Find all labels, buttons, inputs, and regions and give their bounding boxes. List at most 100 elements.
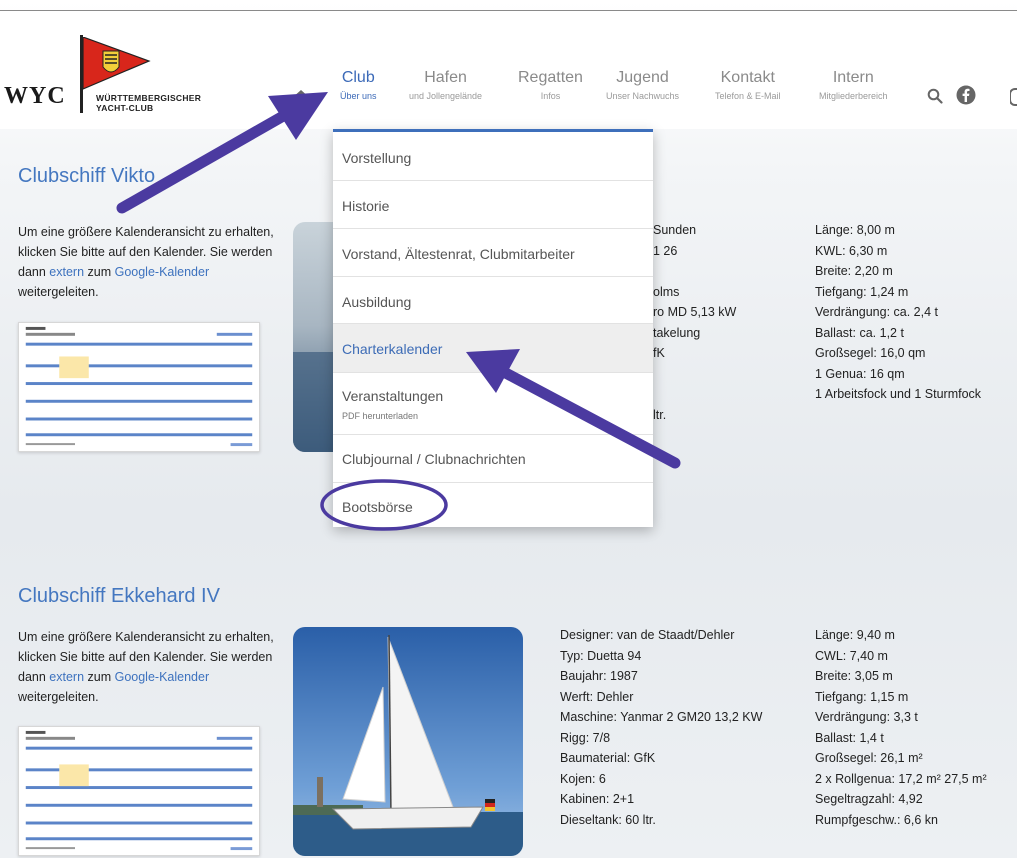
section1-spec-right-4: Tiefgang: 1,24 m <box>815 284 909 299</box>
nav-regatten-title: Regatten <box>518 69 583 86</box>
nav-jugend[interactable]: Jugend Unser Nachwuchs <box>606 69 679 101</box>
menu-item-vorstand-label: Vorstand, Ältestenrat, Clubmitarbeiter <box>342 246 575 262</box>
facebook-icon[interactable] <box>956 85 976 105</box>
nav-kontakt-title: Kontakt <box>720 69 775 86</box>
section2-spec-right-6: Ballast: 1,4 t <box>815 730 884 745</box>
nav-intern[interactable]: Intern Mitgliederbereich <box>819 69 888 101</box>
section1-spec-right-8: 1 Genua: 16 qm <box>815 366 905 381</box>
section2-spec-mid-5: Maschine: Yanmar 2 GM20 13,2 KW <box>560 710 763 724</box>
section1-spec-mid-7: fK <box>653 346 665 360</box>
section2-spec-right-3: Breite: 3,05 m <box>815 669 893 683</box>
menu-item-ausbildung-label: Ausbildung <box>342 294 412 310</box>
section2-boat-photo <box>293 627 523 856</box>
menu-item-historie-label: Historie <box>342 198 390 214</box>
search-icon[interactable] <box>927 88 943 104</box>
section2-spec-mid-1: Designer: van de Staadt/Dehler <box>560 628 735 642</box>
menu-item-veranstaltungen-label: Veranstaltungen <box>342 388 444 404</box>
nav-hafen-subtitle: und Jollengelände <box>409 91 483 101</box>
menu-item-charterkalender-label: Charterkalender <box>342 341 443 357</box>
section2-spec-mid-9: Kabinen: 2+1 <box>560 792 635 806</box>
section2-title: Clubschiff Ekkehard IV <box>18 585 220 607</box>
menu-item-veranstaltungen-sub[interactable]: PDF herunterladen <box>342 411 418 421</box>
section2-spec-mid-7: Baumaterial: GfK <box>560 751 656 765</box>
section1-extern-link[interactable]: extern <box>49 265 84 279</box>
section1-cal-text-c: weitergeleiten. <box>18 285 99 299</box>
section2-cal-text-c: weitergeleiten. <box>18 690 99 704</box>
section2-cal-text-b: zum <box>84 670 115 684</box>
nav-club-subtitle: Über uns <box>340 91 377 101</box>
section1-spec-mid-2: 1 26 <box>653 243 678 258</box>
club-dropdown-menu: Vorstellung Historie Vorstand, Ältestenr… <box>333 129 653 527</box>
menu-item-veranstaltungen[interactable]: Veranstaltungen PDF herunterladen <box>333 373 653 435</box>
nav-club[interactable]: Club Über uns <box>340 69 377 101</box>
section1-spec-mid-5: ro MD 5,13 kW <box>653 305 737 319</box>
nav-hafen[interactable]: Hafen und Jollengelände <box>409 69 482 101</box>
home-icon[interactable] <box>291 89 311 107</box>
nav-intern-subtitle: Mitgliederbereich <box>819 91 888 101</box>
menu-item-clubjournal-label: Clubjournal / Clubnachrichten <box>342 451 526 467</box>
nav-hafen-title: Hafen <box>424 69 467 86</box>
menu-item-charterkalender[interactable]: Charterkalender <box>333 324 653 373</box>
menu-item-vorstellung[interactable]: Vorstellung <box>333 132 653 181</box>
nav-regatten[interactable]: Regatten Infos <box>518 69 583 101</box>
section1-google-calendar-link[interactable]: Google-Kalender <box>115 265 210 279</box>
section2-specs-middle: Designer: van de Staadt/Dehler Typ: Duet… <box>560 625 762 830</box>
menu-item-vorstellung-label: Vorstellung <box>342 150 412 166</box>
section2-spec-right-9: Segeltragzahl: 4,92 <box>815 792 923 806</box>
section1-spec-right-5: Verdrängung: ca. 2,4 t <box>815 305 939 319</box>
section2-spec-right-10: Rumpfgeschw.: 6,6 kn <box>815 812 938 827</box>
section1-spec-right-2: KWL: 6,30 m <box>815 243 888 258</box>
section1-spec-mid-3 <box>653 261 736 282</box>
menu-item-historie[interactable]: Historie <box>333 181 653 229</box>
section1-calendar-text: Um eine größere Kalenderansicht zu erhal… <box>18 222 278 302</box>
section2-spec-mid-6: Rigg: 7/8 <box>560 730 611 745</box>
nav-kontakt[interactable]: Kontakt Telefon & E-Mail <box>715 69 781 101</box>
section1-spec-mid-1: Sunden <box>653 223 697 237</box>
section1-cal-text-b: zum <box>84 265 115 279</box>
section1-spec-right-9: 1 Arbeitsfock und 1 Sturmfock <box>815 387 982 401</box>
menu-item-vorstand[interactable]: Vorstand, Ältestenrat, Clubmitarbeiter <box>333 229 653 277</box>
section1-specs-middle: Sunden 1 26 olms ro MD 5,13 kW takelung … <box>653 220 736 425</box>
section1-spec-right-7: Großsegel: 16,0 qm <box>815 346 926 360</box>
section2-spec-right-1: Länge: 9,40 m <box>815 628 895 642</box>
section2-spec-right-4: Tiefgang: 1,15 m <box>815 689 909 704</box>
section2-spec-mid-3: Baujahr: 1987 <box>560 669 638 683</box>
logo-text-line1: WÜRTTEMBERGISCHER <box>96 93 202 103</box>
section2-spec-mid-4: Werft: Dehler <box>560 689 634 704</box>
nav-kontakt-subtitle: Telefon & E-Mail <box>715 91 781 101</box>
section2-calendar-thumbnail[interactable] <box>18 726 260 856</box>
nav-regatten-subtitle: Infos <box>540 91 561 101</box>
menu-item-clubjournal[interactable]: Clubjournal / Clubnachrichten <box>333 435 653 483</box>
nav-intern-title: Intern <box>832 69 874 86</box>
section2-spec-right-8: 2 x Rollgenua: 17,2 m² 27,5 m² <box>815 771 987 786</box>
section2-spec-right-2: CWL: 7,40 m <box>815 648 888 663</box>
social-icon-partial[interactable] <box>1010 88 1017 106</box>
section2-spec-right-7: Großsegel: 26,1 m² <box>815 751 923 765</box>
nav-jugend-title: Jugend <box>616 69 669 86</box>
section1-spec-right-1: Länge: 8,00 m <box>815 223 895 237</box>
section2-google-calendar-link[interactable]: Google-Kalender <box>115 670 210 684</box>
logo-text-line2: YACHT-CLUB <box>96 103 154 113</box>
section2-spec-mid-8: Kojen: 6 <box>560 771 606 786</box>
section2-extern-link[interactable]: extern <box>49 670 84 684</box>
section1-title: Clubschiff Vikto <box>18 165 156 187</box>
section2-calendar-text: Um eine größere Kalenderansicht zu erhal… <box>18 627 278 707</box>
site-header: WYC WÜRTTEMBERGISCHER YACHT-CLUB Club Üb… <box>0 11 1017 129</box>
logo-flag <box>83 37 151 90</box>
section1-spec-right-3: Breite: 2,20 m <box>815 264 893 278</box>
menu-item-ausbildung[interactable]: Ausbildung <box>333 277 653 324</box>
menu-item-bootsboerse-label: Bootsbörse <box>342 499 413 515</box>
section2-spec-mid-2: Typ: Duetta 94 <box>560 648 642 663</box>
nav-jugend-subtitle: Unser Nachwuchs <box>606 91 680 101</box>
logo-letters: WYC <box>4 83 66 109</box>
section1-calendar-thumbnail[interactable] <box>18 322 260 452</box>
section1-spec-mid-4: olms <box>653 284 680 299</box>
section1-spec-mid-9 <box>653 384 736 405</box>
section1-spec-mid-10: ltr. <box>653 407 667 422</box>
section1-spec-right-6: Ballast: ca. 1,2 t <box>815 325 904 340</box>
menu-item-bootsboerse[interactable]: Bootsbörse <box>333 483 653 527</box>
section2-spec-right-5: Verdrängung: 3,3 t <box>815 710 918 724</box>
section1-spec-mid-6: takelung <box>653 325 701 340</box>
nav-club-title: Club <box>341 69 375 86</box>
section1-specs-right: Länge: 8,00 m KWL: 6,30 m Breite: 2,20 m… <box>815 220 981 405</box>
